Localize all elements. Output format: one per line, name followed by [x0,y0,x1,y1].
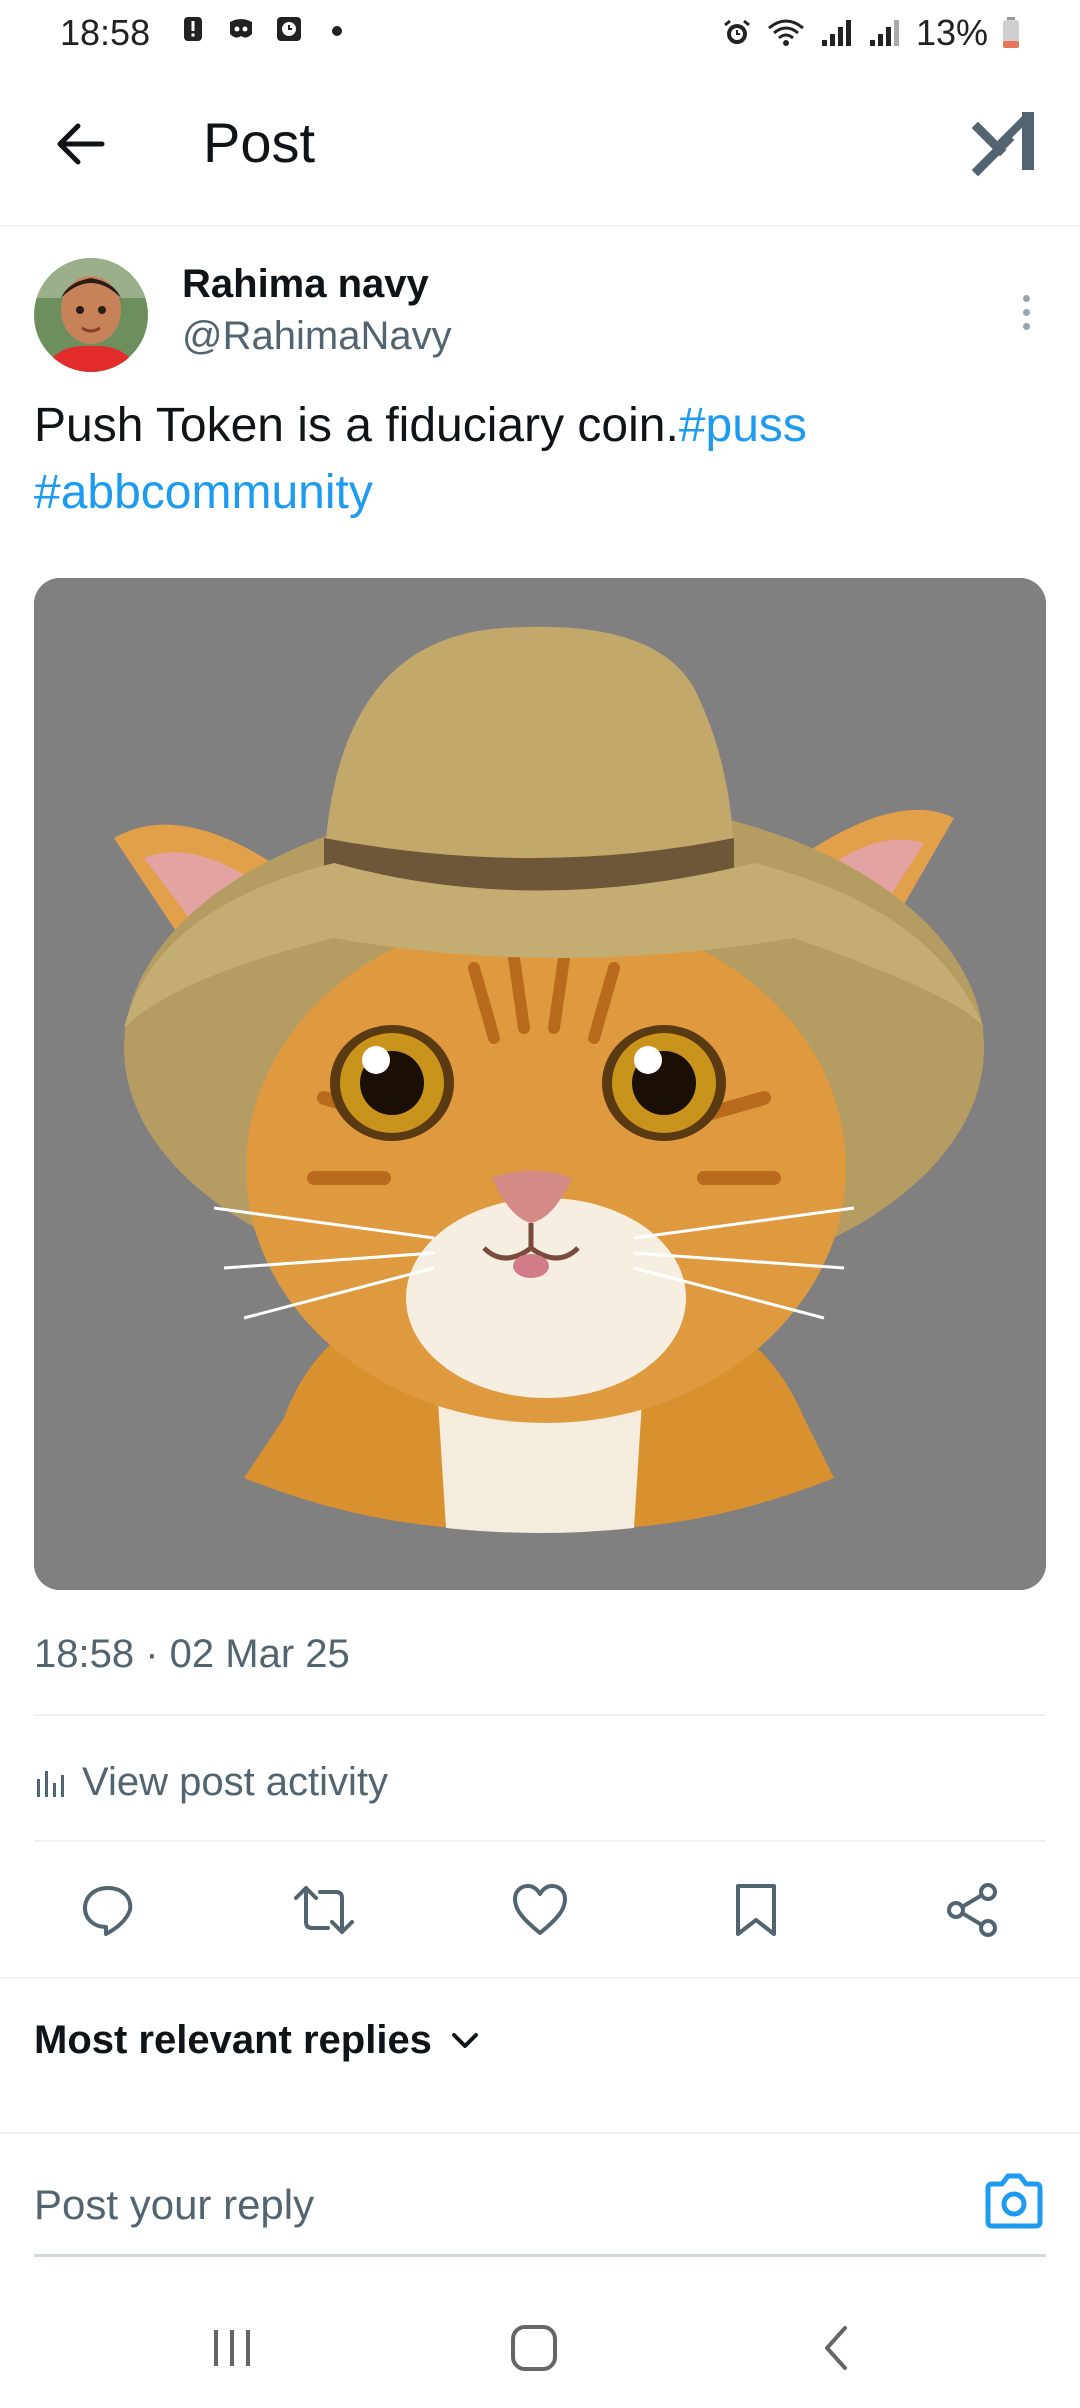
status-icons-left [178,14,352,44]
post-text: Push Token is a fiduciary coin.#puss #ab… [34,392,1044,526]
divider [0,1977,1080,1979]
reply-composer [34,2170,1046,2250]
dot-icon [332,26,342,36]
status-time: 18:58 [60,12,151,53]
battery-percent: 13% [915,12,988,53]
recent-apps-icon [214,2330,250,2366]
wifi-icon [767,19,804,46]
chevron-down-icon [451,2032,478,2048]
recent-apps-button[interactable] [192,2318,272,2378]
more-dot-icon [1022,294,1030,302]
divider [0,2132,1080,2134]
author-handle[interactable]: @RahimaNavy [182,314,452,359]
battery-icon [1003,17,1019,48]
divider [34,1714,1046,1716]
post-image[interactable] [34,578,1046,1590]
share-button[interactable] [932,1870,1012,1950]
replies-sort-label: Most relevant replies [34,2018,432,2062]
author-name[interactable]: Rahima navy [182,262,429,307]
signal-icon [821,20,851,46]
more-dot-icon [1022,308,1030,316]
system-back-button[interactable] [796,2318,876,2378]
signal-icon-2 [869,20,899,46]
page-title: Post [203,111,316,174]
reply-button[interactable] [68,1870,148,1950]
home-button[interactable] [494,2318,574,2378]
replies-sort-dropdown[interactable]: Most relevant replies [34,2018,480,2063]
reply-input[interactable] [34,2170,914,2240]
bookmark-icon [736,1884,776,1936]
cat-with-hat-image [34,578,1046,1590]
clock-app-icon [277,17,301,41]
more-dot-icon [1022,322,1030,330]
view-post-activity-label: View post activity [82,1759,389,1804]
reply-input-underline [34,2254,1046,2257]
like-icon [513,1884,567,1935]
post-body: Push Token is a fiduciary coin. [34,399,679,452]
hashtag-link[interactable]: #abbcommunity [34,466,373,519]
system-nav-bar [0,2290,1080,2408]
repost-button[interactable] [284,1870,364,1950]
post-author: Rahima navy @RahimaNavy [34,258,1046,373]
more-options-button[interactable] [1006,282,1046,342]
top-app-bar: Post [0,90,1080,227]
chevron-left-icon [825,2326,847,2370]
grok-icon[interactable] [970,108,1040,178]
camera-icon[interactable] [982,2172,1046,2232]
repost-icon [294,1886,354,1934]
avatar-image [34,258,148,372]
share-icon [947,1883,997,1937]
home-icon [511,2325,557,2371]
arrow-left-icon [57,123,105,165]
action-bar [0,1870,1080,1950]
hashtag-link[interactable]: #puss [679,399,807,452]
alert-icon [184,17,202,41]
status-bar: 18:58 13% [0,0,1080,70]
back-button[interactable] [48,112,112,176]
bookmark-button[interactable] [716,1870,796,1950]
post-timestamp: 18:58 · 02 Mar 25 [34,1632,350,1676]
analytics-icon [37,1771,64,1797]
discord-icon [230,19,252,38]
divider [34,1840,1046,1842]
alarm-icon [724,19,750,44]
avatar[interactable] [34,258,148,372]
status-icons-right: 13% [722,12,1020,54]
view-post-activity[interactable]: View post activity [34,1752,388,1812]
reply-icon [83,1886,133,1936]
like-button[interactable] [500,1870,580,1950]
